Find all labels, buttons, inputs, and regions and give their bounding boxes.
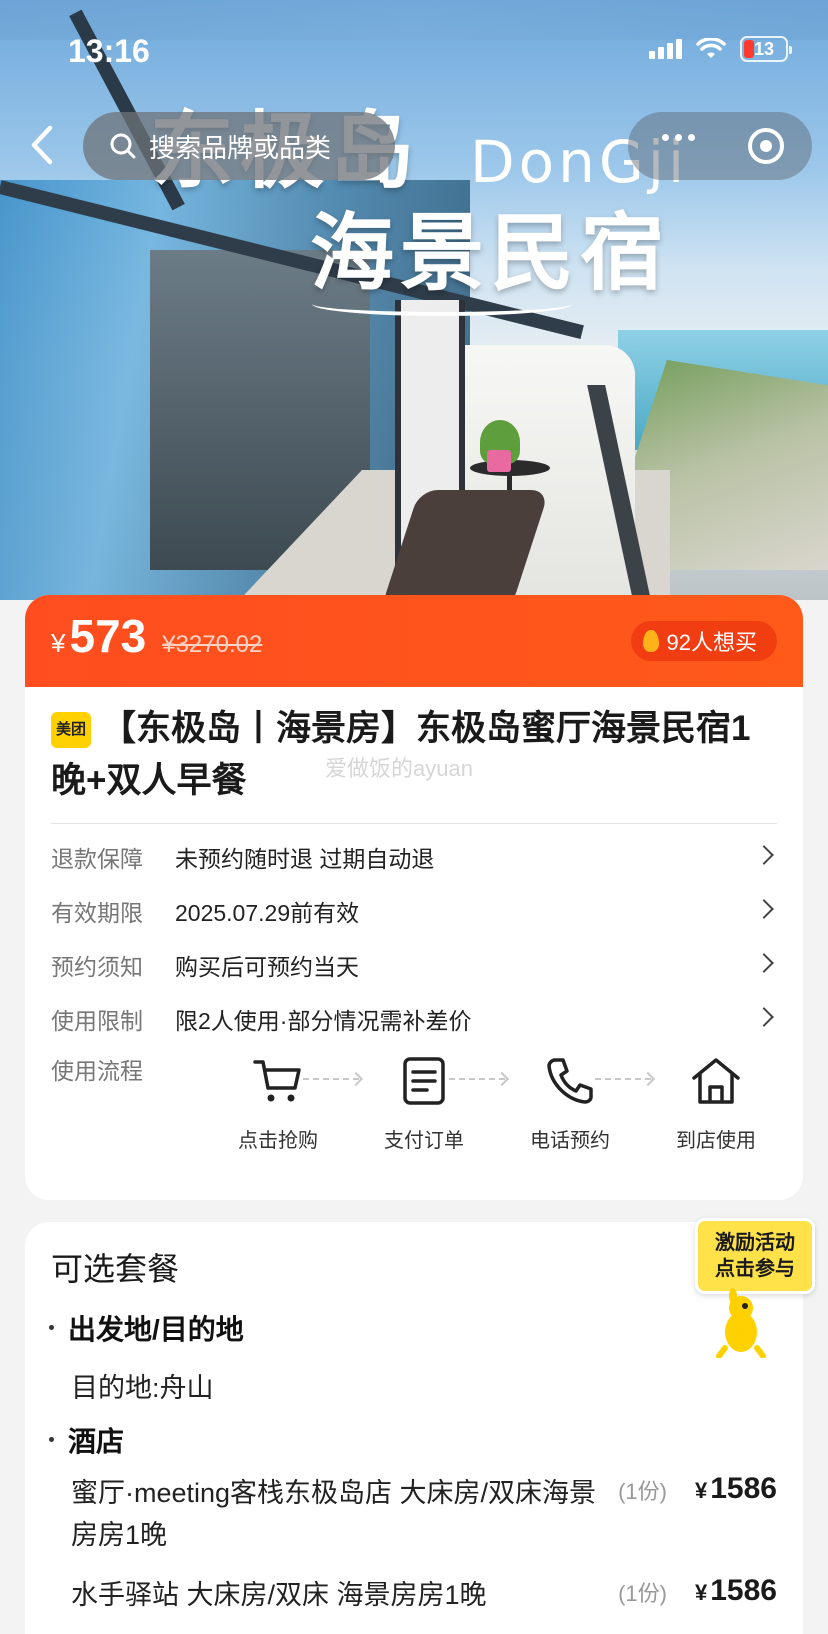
flow-arrow [449,1078,505,1080]
watermark: 爱做饭的ayuan [325,756,473,781]
flow-step-pay: 支付订单 [351,1054,497,1153]
flow-step-label: 到店使用 [676,1130,756,1152]
phone-icon [547,1058,593,1104]
chevron-right-icon [754,1007,774,1027]
wants-count: 92人想买 [666,630,757,655]
flame-icon [642,630,659,652]
signal-icon [649,39,682,59]
wifi-icon [696,38,726,58]
price: ¥ 573 ¥3270.02 [51,609,262,663]
wants-badge: 92人想买 [630,621,777,661]
flow-step-buy: 点击抢购 [205,1054,351,1153]
package-item-price: ¥1586 [695,1472,777,1505]
price-current: 573 [69,610,147,662]
cart-icon [253,1060,301,1102]
package-item-name: 水手驿站 大床房/双床 海景房房1晚 [71,1580,487,1610]
package-card: 可选套餐 出发地/目的地 目的地:舟山 酒店 蜜厅·meeting客栈东极岛店 … [25,1222,803,1634]
section-heading: 酒店 [49,1420,124,1460]
search-placeholder: 搜索品牌或品类 [149,132,332,163]
package-item[interactable]: 蜜厅·meeting客栈东极岛店 大床房/双床海景房房1晚 (1份) ¥1586 [71,1472,777,1556]
back-icon[interactable] [22,122,62,168]
close-miniprogram-icon[interactable] [748,128,784,164]
info-row-validity[interactable]: 有效期限 2025.07.29前有效 [51,884,777,938]
price-original: ¥3270.02 [162,631,263,658]
flow-step-label: 点击抢购 [238,1130,318,1152]
info-key: 有效期限 [51,900,143,926]
info-value: 购买后可预约当天 [175,954,359,980]
package-item[interactable]: 水手驿站 大床房/双床 海景房房1晚 (1份) ¥1586 [71,1574,777,1616]
hero-image: 东极岛 DonGji 海景民宿 [0,0,828,600]
battery-level: 13 [753,38,775,59]
info-key: 使用限制 [51,1008,143,1034]
info-value: 未预约随时退 过期自动退 [175,846,435,872]
flow-step-label: 支付订单 [384,1130,464,1152]
package-title: 可选套餐 [51,1251,180,1287]
flow-arrow [303,1078,359,1080]
search-bar[interactable]: 搜索品牌或品类 [83,112,395,180]
package-item-qty: (1份) [618,1479,667,1504]
meituan-badge: 美团 [51,711,91,748]
info-key: 预约须知 [51,954,143,980]
package-item-price: ¥1586 [695,1574,777,1607]
flow-key: 使用流程 [51,1058,143,1084]
flow-step-label: 电话预约 [530,1130,610,1152]
usage-flow: 使用流程 点击抢购 支付订单 电话预约 到店使用 [25,1046,803,1166]
section-heading: 出发地/目的地 [49,1308,244,1348]
promo-line2: 点击参与 [715,1258,795,1280]
hero-title-line2: 海景民宿 [310,206,671,300]
promo-line1: 激励活动 [715,1232,795,1254]
destination-text: 目的地:舟山 [71,1373,214,1403]
document-icon [403,1057,445,1105]
status-icons: 13 [649,36,792,62]
package-item-name: 蜜厅·meeting客栈东极岛店 大床房/双床海景房房1晚 [71,1478,597,1550]
home-icon [692,1058,740,1104]
flow-arrow [595,1078,651,1080]
product-card: ¥ 573 ¥3270.02 92人想买 美团 【东极岛丨海景房】东极岛蜜厅海景民… [25,595,803,1200]
chevron-right-icon [754,845,774,865]
more-icon[interactable] [662,134,695,141]
info-value: 2025.07.29前有效 [175,900,360,926]
info-value: 限2人使用·部分情况需补差价 [175,1008,472,1034]
info-key: 退款保障 [51,846,143,872]
mini-program-capsule[interactable] [628,112,812,180]
chevron-right-icon [754,953,774,973]
price-bar: ¥ 573 ¥3270.02 92人想买 [25,595,803,687]
flow-step-call: 电话预约 [497,1054,643,1153]
battery-icon: 13 [740,36,792,62]
package-item-qty: (1份) [618,1581,667,1606]
info-row-booking[interactable]: 预约须知 购买后可预约当天 [51,938,777,992]
status-time: 13:16 [68,33,150,69]
promo-float[interactable]: 激励活动 点击参与 [695,1218,817,1358]
info-row-restriction[interactable]: 使用限制 限2人使用·部分情况需补差价 [51,992,777,1046]
flow-step-visit: 到店使用 [643,1054,789,1153]
search-icon [110,133,136,159]
info-row-refund[interactable]: 退款保障 未预约随时退 过期自动退 [51,830,777,884]
kangaroo-mascot-icon [716,1288,766,1358]
chevron-right-icon [754,899,774,919]
price-currency: ¥ [51,628,66,658]
